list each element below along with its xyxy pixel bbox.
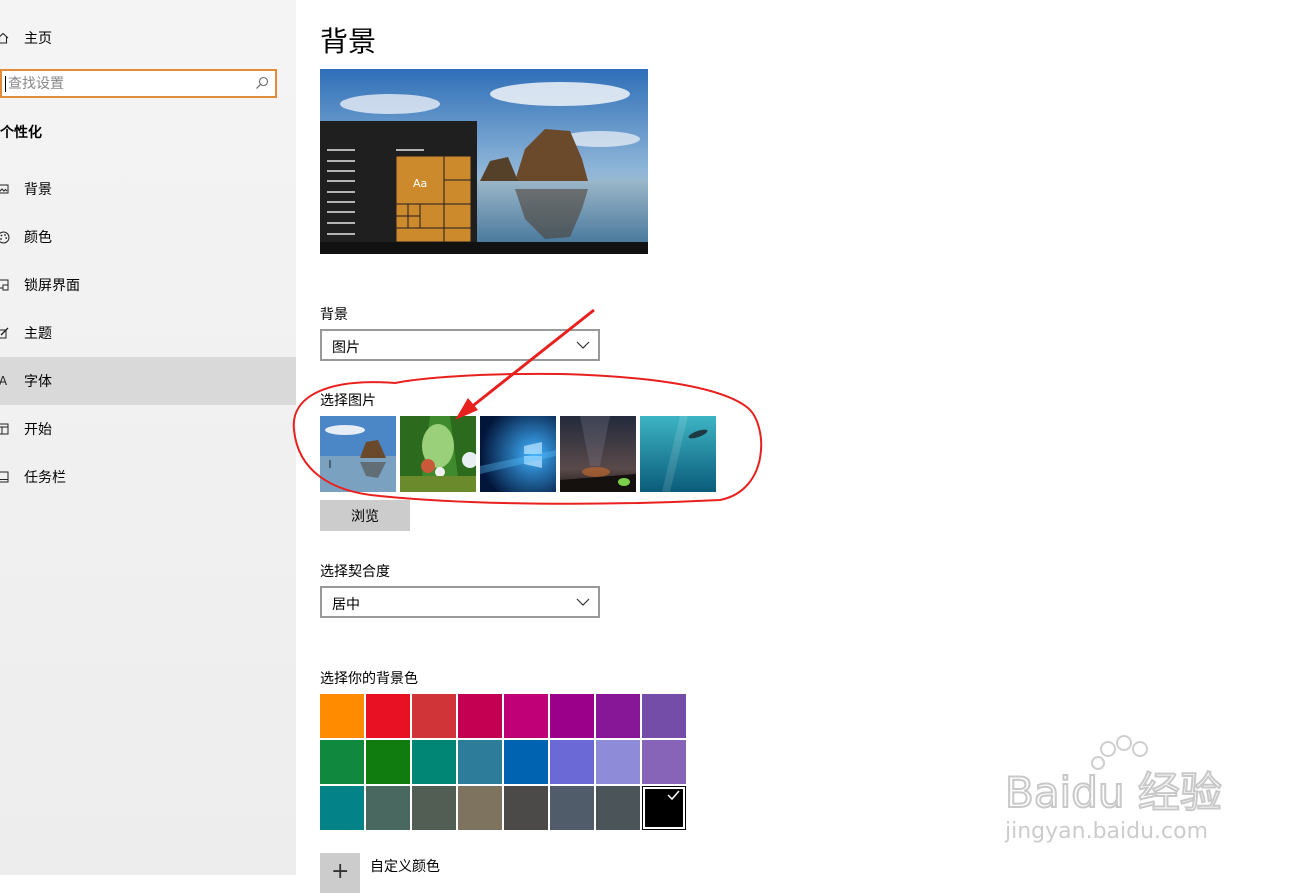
- color-swatch[interactable]: [596, 694, 640, 738]
- sidebar-item-lock-screen[interactable]: 锁屏界面: [0, 261, 296, 309]
- sidebar: 主页 个性化 背景 颜色 锁屏界面 主题 A 字体: [0, 0, 296, 875]
- plus-icon: +: [331, 859, 350, 884]
- chevron-down-icon: [576, 598, 590, 606]
- palette-icon: [0, 230, 10, 244]
- page-title: 背景: [320, 25, 377, 58]
- color-swatch[interactable]: [550, 694, 594, 738]
- color-swatch[interactable]: [504, 740, 548, 784]
- image-icon: [0, 182, 10, 196]
- checkmark-icon: [667, 790, 680, 801]
- section-title: 个性化: [0, 125, 42, 141]
- browse-button[interactable]: 浏览: [320, 500, 410, 531]
- brush-icon: [0, 326, 10, 340]
- watermark-brand: Baidu 经验: [1005, 768, 1222, 817]
- sidebar-item-label: 背景: [24, 182, 52, 198]
- sidebar-item-taskbar[interactable]: 任务栏: [0, 453, 296, 501]
- windows-blue-icon: [480, 416, 556, 492]
- color-swatch[interactable]: [320, 740, 364, 784]
- forest-anime-icon: [400, 416, 476, 492]
- taskbar-icon: [0, 470, 10, 484]
- sidebar-item-themes[interactable]: 主题: [0, 309, 296, 357]
- home-nav-item[interactable]: 主页: [0, 14, 296, 62]
- color-swatch[interactable]: [366, 786, 410, 830]
- picture-thumb-underwater[interactable]: [640, 416, 716, 492]
- color-swatch[interactable]: [504, 786, 548, 830]
- color-swatch[interactable]: [642, 786, 686, 830]
- choose-picture-label: 选择图片: [320, 393, 376, 409]
- fit-dropdown-value: 居中: [332, 597, 360, 613]
- add-custom-color-button[interactable]: +: [320, 853, 360, 893]
- color-swatch[interactable]: [320, 786, 364, 830]
- watermark: Baidu 经验 jingyan.baidu.com: [1000, 735, 1250, 845]
- underwater-icon: [640, 416, 716, 492]
- home-label: 主页: [24, 31, 52, 47]
- watermark-url: jingyan.baidu.com: [1004, 819, 1208, 844]
- color-swatch[interactable]: [412, 740, 456, 784]
- background-label: 背景: [320, 307, 348, 323]
- background-dropdown[interactable]: 图片: [320, 329, 600, 361]
- text-caret: [5, 76, 6, 92]
- chevron-down-icon: [576, 341, 590, 349]
- fit-label: 选择契合度: [320, 564, 390, 580]
- color-swatch[interactable]: [320, 694, 364, 738]
- picture-thumb-night[interactable]: [560, 416, 636, 492]
- sidebar-item-start[interactable]: 开始: [0, 405, 296, 453]
- preview-tile-text: Aa: [413, 177, 427, 190]
- sidebar-item-label: 锁屏界面: [24, 278, 80, 294]
- color-swatch[interactable]: [596, 786, 640, 830]
- sidebar-item-colors[interactable]: 颜色: [0, 213, 296, 261]
- background-dropdown-value: 图片: [332, 340, 360, 356]
- sidebar-item-fonts[interactable]: A 字体: [0, 357, 296, 405]
- sidebar-item-label: 颜色: [24, 230, 52, 246]
- sidebar-item-background[interactable]: 背景: [0, 165, 296, 213]
- fit-dropdown[interactable]: 居中: [320, 586, 600, 618]
- color-swatch[interactable]: [596, 740, 640, 784]
- color-swatch[interactable]: [458, 786, 502, 830]
- annotation-arrow-shaft: [464, 308, 595, 414]
- picture-thumb-forest[interactable]: [400, 416, 476, 492]
- search-input[interactable]: [8, 75, 248, 93]
- font-icon: A: [0, 374, 8, 388]
- lock-screen-icon: [0, 278, 10, 292]
- search-icon[interactable]: [255, 76, 269, 90]
- color-swatch[interactable]: [642, 740, 686, 784]
- color-swatch[interactable]: [504, 694, 548, 738]
- background-preview: Aa: [320, 69, 648, 254]
- sidebar-item-label: 任务栏: [24, 470, 66, 486]
- sidebar-item-label: 字体: [24, 374, 52, 390]
- sidebar-item-label: 开始: [24, 422, 52, 438]
- search-box[interactable]: [0, 69, 277, 98]
- picture-thumb-beach[interactable]: [320, 416, 396, 492]
- color-swatch[interactable]: [366, 740, 410, 784]
- color-swatch[interactable]: [366, 694, 410, 738]
- home-icon: [0, 31, 10, 45]
- color-swatch[interactable]: [412, 786, 456, 830]
- color-swatch[interactable]: [458, 740, 502, 784]
- custom-color-label: 自定义颜色: [370, 859, 440, 875]
- picture-thumb-windows[interactable]: [480, 416, 556, 492]
- color-swatch[interactable]: [412, 694, 456, 738]
- color-swatch[interactable]: [642, 694, 686, 738]
- color-swatch[interactable]: [458, 694, 502, 738]
- color-swatch[interactable]: [550, 786, 594, 830]
- night-sky-icon: [560, 416, 636, 492]
- background-color-label: 选择你的背景色: [320, 671, 418, 687]
- sidebar-item-label: 主题: [24, 326, 52, 342]
- beach-rock-icon: [320, 416, 396, 492]
- color-swatch[interactable]: [550, 740, 594, 784]
- start-icon: [0, 422, 10, 436]
